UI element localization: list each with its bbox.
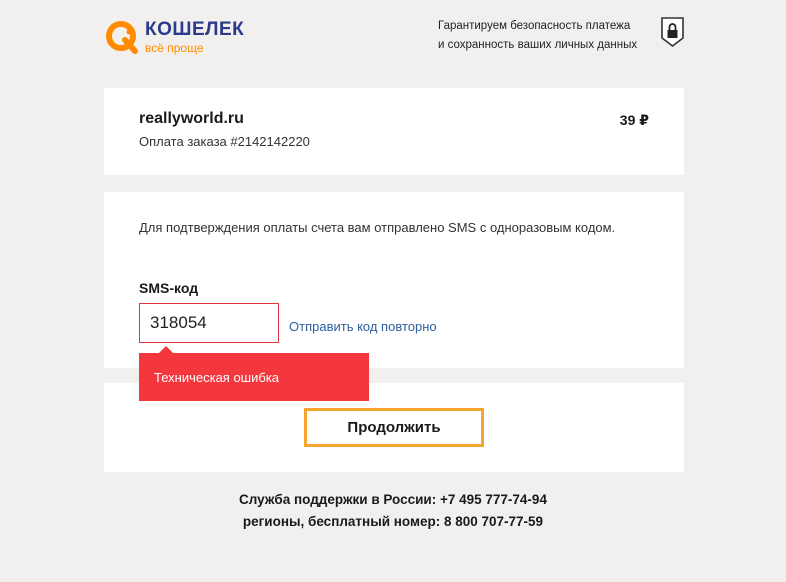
support-line-2: регионы, бесплатный номер: 8 800 707-77-…	[242, 514, 544, 529]
error-tooltip: Техническая ошибка	[139, 346, 369, 401]
logo-title: КОШЕЛЕК	[145, 19, 245, 40]
merchant-name: reallyworld.ru	[139, 110, 244, 127]
continue-button[interactable]: Продолжить	[304, 408, 484, 447]
sms-code-input[interactable]	[139, 303, 279, 343]
guarantee-line-2: и сохранность ваших личных данных	[438, 39, 638, 51]
lock-shield-icon	[661, 17, 684, 48]
order-amount: 39 ₽	[619, 112, 649, 128]
resend-code-link[interactable]: Отправить код повторно	[289, 319, 437, 334]
qiwi-logo: КОШЕЛЕК всё проще	[105, 18, 255, 58]
logo-subtitle: всё проще	[145, 41, 204, 55]
security-guarantee: Гарантируем безопасность платежа и сохра…	[438, 17, 653, 55]
sms-code-label: SMS-код	[139, 280, 199, 296]
support-info: Служба поддержки в России: +7 495 777-74…	[0, 489, 786, 533]
sms-confirmation-card: Для подтверждения оплаты счета вам отпра…	[104, 192, 684, 368]
order-description: Оплата заказа #2142142220	[139, 134, 310, 149]
support-line-1: Служба поддержки в России: +7 495 777-74…	[239, 492, 547, 507]
sms-info-text: Для подтверждения оплаты счета вам отпра…	[139, 220, 616, 235]
qiwi-logo-icon	[106, 21, 138, 54]
order-summary-card: reallyworld.ru Оплата заказа #2142142220…	[104, 88, 684, 175]
guarantee-line-1: Гарантируем безопасность платежа	[438, 20, 631, 32]
